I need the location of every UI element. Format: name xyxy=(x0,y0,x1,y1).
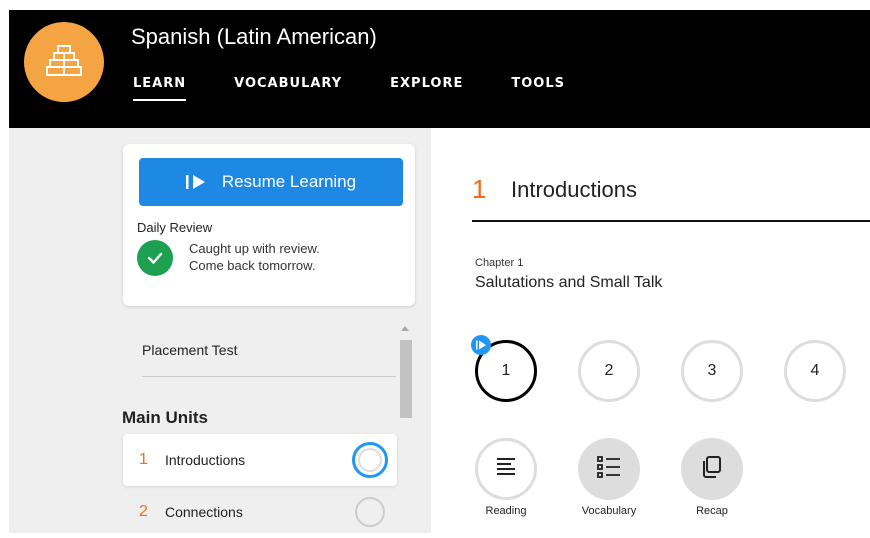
unit-label: Connections xyxy=(165,504,243,520)
sidebar: Resume Learning Daily Review Caught up w… xyxy=(9,128,431,533)
placement-test-link[interactable]: Placement Test xyxy=(142,342,237,358)
vocabulary-list-icon xyxy=(596,455,622,484)
vocabulary-button[interactable] xyxy=(578,438,640,500)
progress-ring-icon xyxy=(352,442,388,478)
unit-number: 2 xyxy=(139,503,148,520)
recap-label: Recap xyxy=(696,505,728,517)
unit-row-connections[interactable]: 2 Connections xyxy=(123,486,397,538)
unit-title-number: 1 xyxy=(472,174,487,204)
review-status-line-1: Caught up with review. xyxy=(189,241,320,256)
scroll-thumb[interactable] xyxy=(400,340,412,418)
daily-review-label: Daily Review xyxy=(137,220,213,235)
reading-icon xyxy=(494,456,518,483)
course-title: Spanish (Latin American) xyxy=(131,24,377,49)
recap-button[interactable] xyxy=(681,438,743,500)
pyramid-icon xyxy=(44,40,84,85)
main-nav: LEARN VOCABULARY EXPLORE TOOLS xyxy=(133,76,613,101)
lesson-4-button[interactable]: 4 xyxy=(784,340,846,402)
unit-row-introductions[interactable]: 1 Introductions xyxy=(123,434,397,486)
main-units-heading: Main Units xyxy=(122,408,208,427)
chapter-label: Chapter 1 xyxy=(475,257,524,269)
scroll-up-arrow-icon[interactable] xyxy=(401,326,409,331)
lesson-3-button[interactable]: 3 xyxy=(681,340,743,402)
tab-explore[interactable]: EXPLORE xyxy=(390,76,463,101)
reading-label: Reading xyxy=(485,505,527,517)
lesson-2-button[interactable]: 2 xyxy=(578,340,640,402)
play-icon xyxy=(185,174,206,190)
progress-ring-icon xyxy=(355,497,385,527)
app-header: Spanish (Latin American) LEARN VOCABULAR… xyxy=(9,10,870,128)
course-logo[interactable] xyxy=(24,22,104,102)
resume-learning-label: Resume Learning xyxy=(221,172,357,191)
tab-learn[interactable]: LEARN xyxy=(133,76,187,101)
resume-card: Resume Learning Daily Review Caught up w… xyxy=(123,144,415,306)
checkmark-icon xyxy=(137,240,173,276)
recap-icon xyxy=(701,455,723,484)
divider xyxy=(142,376,396,377)
vocabulary-label: Vocabulary xyxy=(581,505,637,517)
unit-title: Introductions xyxy=(511,177,637,202)
chapter-title: Salutations and Small Talk xyxy=(475,274,663,291)
window-edge xyxy=(0,0,9,533)
unit-label: Introductions xyxy=(165,452,246,468)
tab-tools[interactable]: TOOLS xyxy=(511,76,565,101)
resume-learning-button[interactable]: Resume Learning xyxy=(139,158,403,206)
current-lesson-play-icon xyxy=(471,335,491,355)
reading-button[interactable] xyxy=(475,438,537,500)
review-status-line-2: Come back tomorrow. xyxy=(189,258,316,273)
review-status-text: Caught up with review. Come back tomorro… xyxy=(189,240,320,274)
sidebar-scrollbar[interactable] xyxy=(399,324,413,533)
unit-number: 1 xyxy=(139,451,148,468)
tab-vocabulary[interactable]: VOCABULARY xyxy=(234,76,342,101)
title-underline xyxy=(472,220,870,222)
